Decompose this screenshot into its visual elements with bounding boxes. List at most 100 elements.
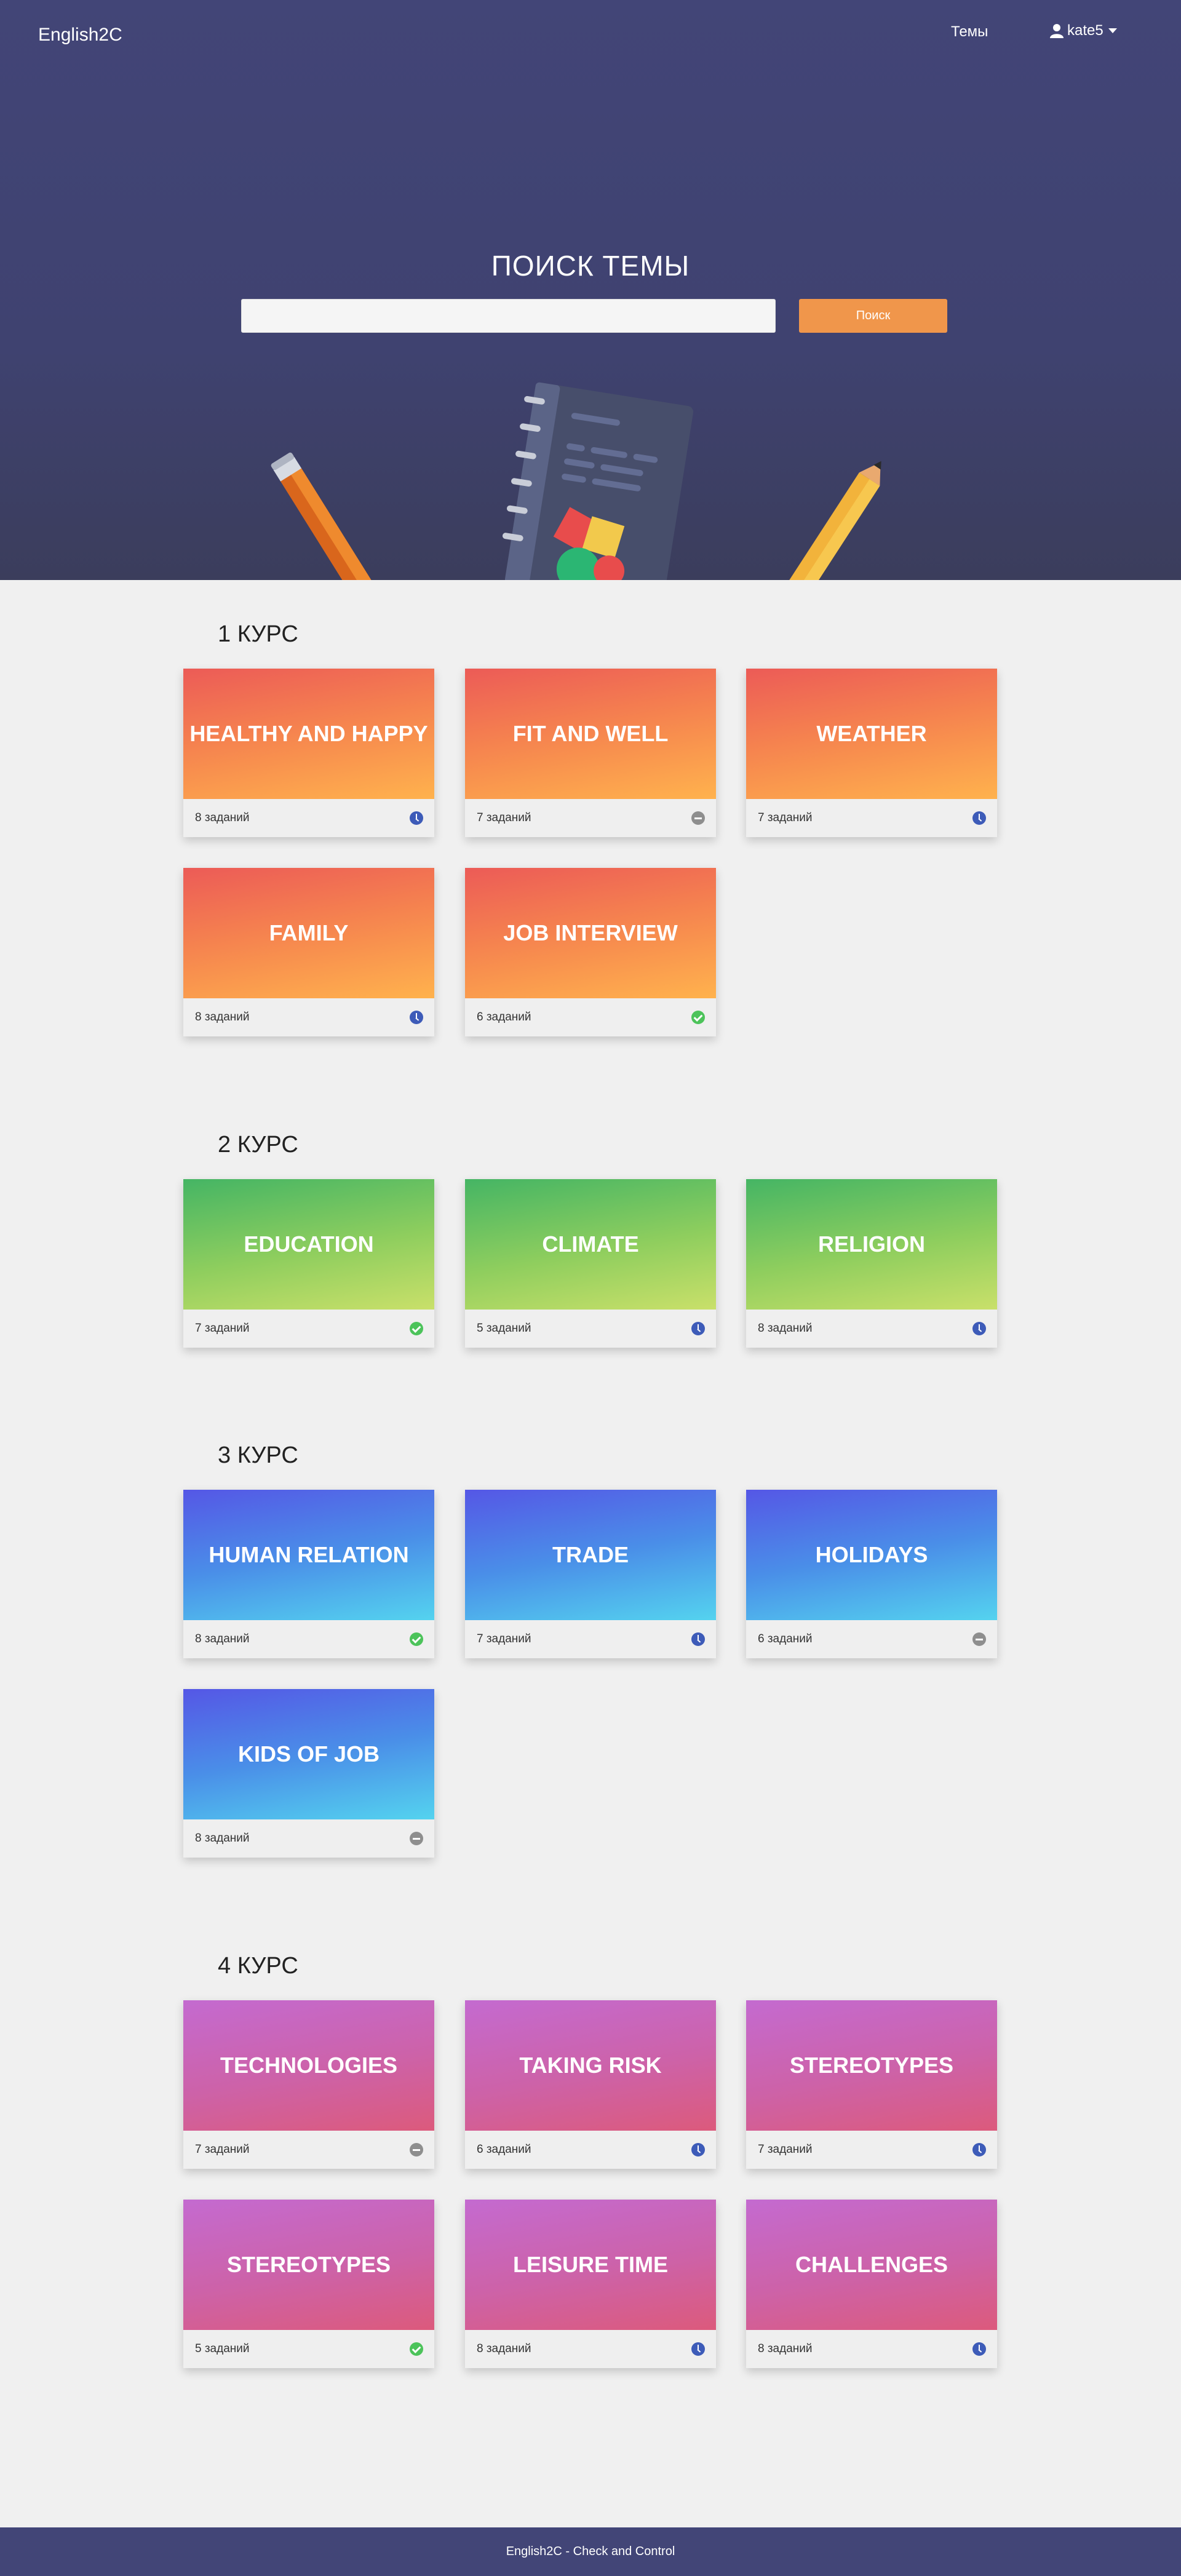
topic-card-footer: 8 заданий [746, 1310, 997, 1348]
topic-card-title: JOB INTERVIEW [465, 868, 716, 998]
task-count: 8 заданий [758, 2342, 813, 2355]
topic-card[interactable]: STEREOTYPES 5 заданий [183, 2200, 434, 2368]
topic-card-footer: 5 заданий [183, 2330, 434, 2368]
topic-card[interactable]: FIT AND WELL 7 заданий [465, 669, 716, 837]
topic-card[interactable]: RELIGION 8 заданий [746, 1179, 997, 1348]
topic-card-footer: 8 заданий [183, 1819, 434, 1858]
minus-circle-icon [691, 811, 705, 825]
course-title: 2 КУРС [218, 1132, 298, 1158]
topic-card[interactable]: STEREOTYPES 7 заданий [746, 2000, 997, 2169]
task-count: 8 заданий [195, 1011, 250, 1024]
notebook-icon [502, 382, 694, 580]
task-count: 7 заданий [195, 2143, 250, 2156]
nav-link-topics[interactable]: Темы [951, 23, 988, 41]
task-count: 7 заданий [477, 1632, 531, 1645]
footer-text: English2C - Check and Control [506, 2545, 675, 2558]
topic-card[interactable]: WEATHER 7 заданий [746, 669, 997, 837]
minus-circle-icon [972, 1632, 986, 1646]
course-title: 3 КУРС [218, 1442, 298, 1468]
topic-card-title: WEATHER [746, 669, 997, 799]
hero-illustration [271, 382, 881, 580]
chevron-down-icon [1108, 28, 1117, 33]
topic-card-footer: 7 заданий [746, 2131, 997, 2169]
check-circle-icon [410, 2342, 423, 2356]
task-count: 6 заданий [477, 2143, 531, 2156]
clock-icon [972, 1322, 986, 1335]
topic-card-title: HEALTHY AND HAPPY [183, 669, 434, 799]
topic-card-footer: 8 заданий [183, 998, 434, 1036]
footer: English2C - Check and Control [0, 2527, 1181, 2576]
topic-card-footer: 7 заданий [465, 799, 716, 837]
task-count: 7 заданий [195, 1322, 250, 1335]
topic-card[interactable]: TECHNOLOGIES 7 заданий [183, 2000, 434, 2169]
topic-card-title: KIDS OF JOB [183, 1689, 434, 1819]
minus-circle-icon [410, 2143, 423, 2157]
topic-card-title: HOLIDAYS [746, 1490, 997, 1620]
topic-card[interactable]: TAKING RISK 6 заданий [465, 2000, 716, 2169]
topic-card-title: STEREOTYPES [746, 2000, 997, 2131]
topic-card[interactable]: FAMILY 8 заданий [183, 868, 434, 1036]
topic-card-footer: 8 заданий [746, 2330, 997, 2368]
check-circle-icon [410, 1322, 423, 1335]
topic-card[interactable]: EDUCATION 7 заданий [183, 1179, 434, 1348]
task-count: 6 заданий [758, 1632, 813, 1645]
topic-card-title: CHALLENGES [746, 2200, 997, 2330]
topic-card-title: TECHNOLOGIES [183, 2000, 434, 2131]
topic-card[interactable]: TRADE 7 заданий [465, 1490, 716, 1658]
topic-card-title: TAKING RISK [465, 2000, 716, 2131]
course-title: 1 КУРС [218, 621, 298, 647]
task-count: 6 заданий [477, 1011, 531, 1024]
user-icon [1050, 24, 1064, 38]
topic-card[interactable]: HEALTHY AND HAPPY 8 заданий [183, 669, 434, 837]
topic-card-title: LEISURE TIME [465, 2200, 716, 2330]
topic-card-title: TRADE [465, 1490, 716, 1620]
check-circle-icon [691, 1011, 705, 1024]
topic-card[interactable]: HUMAN RELATION 8 заданий [183, 1490, 434, 1658]
task-count: 7 заданий [758, 811, 813, 824]
topic-card-footer: 7 заданий [183, 1310, 434, 1348]
user-menu[interactable]: kate5 [1050, 22, 1117, 39]
topic-card[interactable]: LEISURE TIME 8 заданий [465, 2200, 716, 2368]
pencil-right-icon [779, 461, 881, 580]
topic-card-footer: 7 заданий [746, 799, 997, 837]
task-count: 8 заданий [477, 2342, 531, 2355]
topic-card[interactable]: JOB INTERVIEW 6 заданий [465, 868, 716, 1036]
brand-logo[interactable]: English2C [38, 25, 122, 46]
clock-icon [691, 2342, 705, 2356]
topic-card-title: FAMILY [183, 868, 434, 998]
topic-card[interactable]: CLIMATE 5 заданий [465, 1179, 716, 1348]
pencil-left-icon [271, 452, 380, 580]
course-title: 4 КУРС [218, 1953, 298, 1979]
topic-card-title: HUMAN RELATION [183, 1490, 434, 1620]
task-count: 5 заданий [477, 1322, 531, 1335]
topic-card-footer: 6 заданий [465, 2131, 716, 2169]
clock-icon [410, 811, 423, 825]
topic-card-footer: 7 заданий [183, 2131, 434, 2169]
topic-card-title: STEREOTYPES [183, 2200, 434, 2330]
topic-card-title: RELIGION [746, 1179, 997, 1310]
topic-card-footer: 7 заданий [465, 1620, 716, 1658]
task-count: 8 заданий [758, 1322, 813, 1335]
minus-circle-icon [410, 1832, 423, 1845]
topic-card-footer: 8 заданий [465, 2330, 716, 2368]
search-input[interactable] [241, 299, 776, 333]
search-button[interactable]: Поиск [799, 299, 947, 333]
task-count: 8 заданий [195, 811, 250, 824]
topic-card-footer: 8 заданий [183, 1620, 434, 1658]
clock-icon [691, 2143, 705, 2157]
task-count: 5 заданий [195, 2342, 250, 2355]
user-name: kate5 [1067, 22, 1103, 39]
clock-icon [410, 1011, 423, 1024]
task-count: 8 заданий [195, 1632, 250, 1645]
clock-icon [972, 2342, 986, 2356]
search-title: ПОИСК ТЕМЫ [491, 250, 690, 282]
clock-icon [691, 1322, 705, 1335]
clock-icon [972, 811, 986, 825]
topic-card[interactable]: KIDS OF JOB 8 заданий [183, 1689, 434, 1858]
topic-card[interactable]: HOLIDAYS 6 заданий [746, 1490, 997, 1658]
topic-card-title: CLIMATE [465, 1179, 716, 1310]
topic-card[interactable]: CHALLENGES 8 заданий [746, 2200, 997, 2368]
topic-card-title: FIT AND WELL [465, 669, 716, 799]
topic-card-footer: 6 заданий [746, 1620, 997, 1658]
task-count: 7 заданий [477, 811, 531, 824]
